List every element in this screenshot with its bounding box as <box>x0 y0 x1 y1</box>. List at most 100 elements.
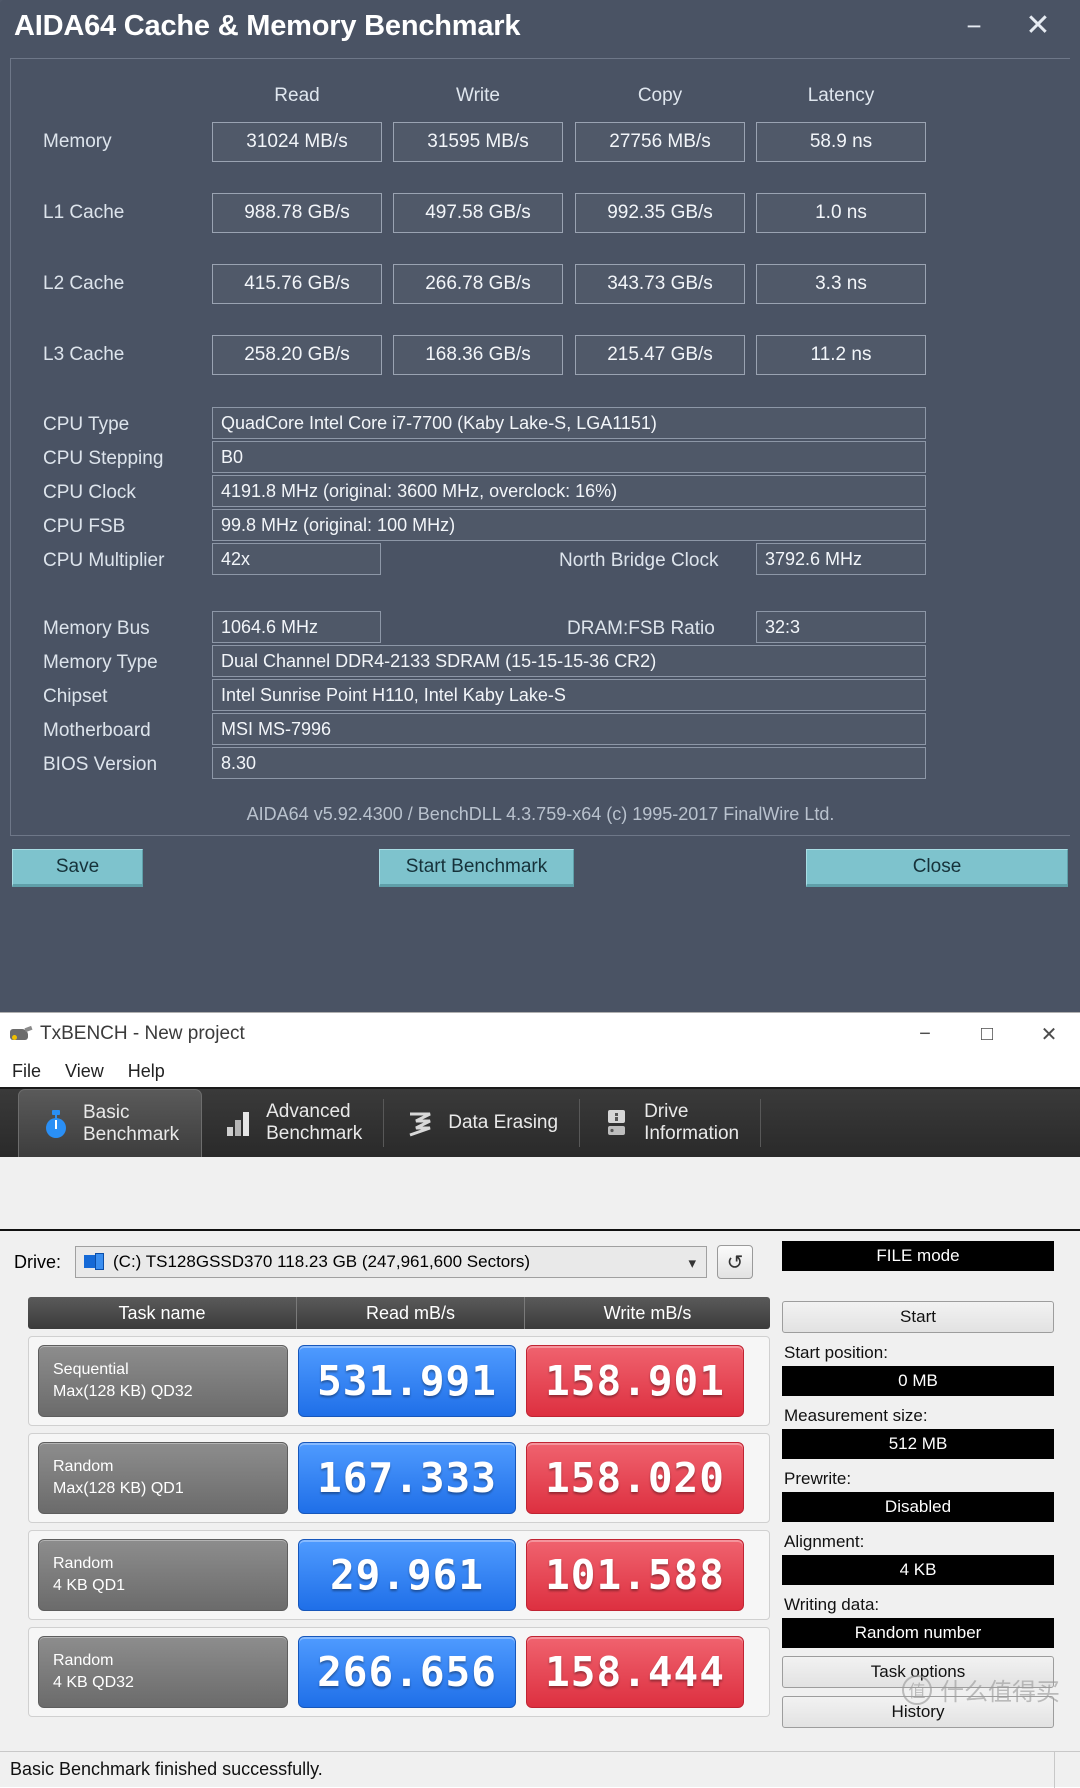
read-value-cell: 266.656 <box>298 1636 516 1708</box>
l1-read-value: 988.78 GB/s <box>212 193 382 233</box>
read-value-cell: 167.333 <box>298 1442 516 1514</box>
table-row[interactable]: Random Max(128 KB) QD1 167.333 158.020 <box>28 1433 770 1523</box>
close-icon[interactable]: ✕ <box>1006 4 1070 48</box>
benchmark-results: Task name Read mB/s Write mB/s Sequentia… <box>28 1297 770 1717</box>
benchmark-column-headers: Read Write Copy Latency <box>11 85 1070 115</box>
start-button[interactable]: Start <box>782 1301 1054 1333</box>
refresh-icon[interactable]: ↺ <box>717 1245 754 1279</box>
row-label-memory: Memory <box>43 131 112 152</box>
start-position-value[interactable]: 0 MB <box>782 1366 1054 1396</box>
label-dram-fsb-ratio: DRAM:FSB Ratio <box>567 618 715 639</box>
l1-latency-value: 1.0 ns <box>756 193 926 233</box>
l3-write-value: 168.36 GB/s <box>393 335 563 375</box>
drive-label: Drive: <box>14 1251 62 1272</box>
writing-data-label: Writing data: <box>784 1595 880 1614</box>
value-cpu-type: QuadCore Intel Core i7-7700 (Kaby Lake-S… <box>212 407 926 439</box>
value-dram-fsb-ratio: 32:3 <box>756 611 926 643</box>
start-position-label: Start position: <box>784 1343 888 1362</box>
prewrite-value[interactable]: Disabled <box>782 1492 1054 1522</box>
l2-latency-value: 3.3 ns <box>756 264 926 304</box>
maximize-icon[interactable]: □ <box>956 1013 1018 1055</box>
value-cpu-fsb: 99.8 MHz (original: 100 MHz) <box>212 509 926 541</box>
memory-copy-value: 27756 MB/s <box>575 122 745 162</box>
value-memory-bus: 1064.6 MHz <box>212 611 381 643</box>
value-bios-version: 8.30 <box>212 747 926 779</box>
close-button[interactable]: Close <box>806 849 1068 887</box>
tab-drive-information-label: Drive Information <box>644 1101 740 1144</box>
drive-select[interactable]: (C:) TS128GSSD370 118.23 GB (247,961,600… <box>75 1246 708 1278</box>
label-cpu-fsb: CPU FSB <box>43 516 126 537</box>
close-icon[interactable]: ✕ <box>1018 1013 1080 1055</box>
chevron-down-icon[interactable]: ▾ <box>688 1254 696 1272</box>
l2-copy-value: 343.73 GB/s <box>575 264 745 304</box>
header-task-name: Task name <box>118 1302 206 1323</box>
aida64-window-title: AIDA64 Cache & Memory Benchmark <box>14 9 521 42</box>
header-read-mbs: Read mB/s <box>296 1297 524 1329</box>
task-name-cell: Random 4 KB QD1 <box>38 1539 288 1611</box>
task-line-2: 4 KB QD32 <box>53 1674 134 1691</box>
value-cpu-multiplier: 42x <box>212 543 381 575</box>
label-cpu-stepping: CPU Stepping <box>43 448 164 469</box>
alignment-label: Alignment: <box>784 1532 865 1551</box>
info-row-cpu-multiplier: CPU Multiplier 42x North Bridge Clock 37… <box>11 543 1070 577</box>
tab-drive-information[interactable]: Drive Information <box>580 1089 762 1157</box>
task-name-cell: Random Max(128 KB) QD1 <box>38 1442 288 1514</box>
label-north-bridge-clock: North Bridge Clock <box>559 550 719 571</box>
value-cpu-stepping: B0 <box>212 441 926 473</box>
l3-latency-value: 11.2 ns <box>756 335 926 375</box>
menu-item-help[interactable]: Help <box>128 1061 165 1082</box>
value-chipset: Intel Sunrise Point H110, Intel Kaby Lak… <box>212 679 926 711</box>
tab-advanced-benchmark-label: Advanced Benchmark <box>266 1101 363 1144</box>
aida64-version-line: AIDA64 v5.92.4300 / BenchDLL 4.3.759-x64… <box>246 804 835 824</box>
column-header-latency: Latency <box>807 85 875 106</box>
label-cpu-type: CPU Type <box>43 414 130 435</box>
info-row-cpu-clock: CPU Clock 4191.8 MHz (original: 3600 MHz… <box>11 475 1070 509</box>
l2-write-value: 266.78 GB/s <box>393 264 563 304</box>
label-bios-version: BIOS Version <box>43 754 158 775</box>
memory-write-value: 31595 MB/s <box>393 122 563 162</box>
l3-read-value: 258.20 GB/s <box>212 335 382 375</box>
table-row[interactable]: Random 4 KB QD32 266.656 158.444 <box>28 1627 770 1717</box>
info-row-memory-type: Memory Type Dual Channel DDR4-2133 SDRAM… <box>11 645 1070 679</box>
tab-basic-benchmark[interactable]: Basic Benchmark <box>18 1089 203 1157</box>
header-write-mbs: Write mB/s <box>524 1297 770 1329</box>
save-button[interactable]: Save <box>12 849 143 887</box>
txbench-window-controls: − □ ✕ <box>894 1013 1080 1055</box>
measurement-size-label: Measurement size: <box>784 1406 928 1425</box>
benchmark-row-l2: L2 Cache 415.76 GB/s 266.78 GB/s 343.73 … <box>11 264 1070 306</box>
minimize-icon[interactable]: − <box>942 4 1006 48</box>
label-memory-bus: Memory Bus <box>43 618 150 639</box>
stopwatch-icon <box>41 1108 71 1140</box>
start-benchmark-button[interactable]: Start Benchmark <box>379 849 574 887</box>
row-label-l3: L3 Cache <box>43 344 125 365</box>
menu-item-file[interactable]: File <box>12 1061 41 1082</box>
menu-item-view[interactable]: View <box>65 1061 104 1082</box>
task-line-2: Max(128 KB) QD1 <box>53 1480 184 1497</box>
table-row[interactable]: Sequential Max(128 KB) QD32 531.991 158.… <box>28 1336 770 1426</box>
task-line-1: Random <box>53 1652 114 1670</box>
watermark-text: 什么值得买 <box>940 1678 1060 1706</box>
file-mode-button[interactable]: FILE mode <box>782 1241 1054 1271</box>
task-name-cell: Sequential Max(128 KB) QD32 <box>38 1345 288 1417</box>
benchmark-row-l1: L1 Cache 988.78 GB/s 497.58 GB/s 992.35 … <box>11 193 1070 235</box>
save-button-label: Save <box>55 856 100 877</box>
memory-latency-value: 58.9 ns <box>756 122 926 162</box>
tab-advanced-benchmark[interactable]: Advanced Benchmark <box>202 1089 385 1157</box>
row-label-l1: L1 Cache <box>43 202 125 223</box>
txbench-menubar: File View Help <box>0 1055 1080 1087</box>
memory-read-value: 31024 MB/s <box>212 122 382 162</box>
measurement-size-value[interactable]: 512 MB <box>782 1429 1054 1459</box>
label-motherboard: Motherboard <box>43 720 151 741</box>
resize-grip-icon[interactable] <box>1054 1752 1080 1788</box>
writing-data-value[interactable]: Random number <box>782 1618 1054 1648</box>
watermark: 值 什么值得买 <box>902 1672 1060 1707</box>
minimize-icon[interactable]: − <box>894 1013 956 1055</box>
table-row[interactable]: Random 4 KB QD1 29.961 101.588 <box>28 1530 770 1620</box>
value-north-bridge-clock: 3792.6 MHz <box>756 543 926 575</box>
benchmark-row-memory: Memory 31024 MB/s 31595 MB/s 27756 MB/s … <box>11 122 1070 164</box>
value-memory-type: Dual Channel DDR4-2133 SDRAM (15-15-15-3… <box>212 645 926 677</box>
tab-data-erasing[interactable]: Data Erasing <box>384 1089 580 1157</box>
l1-copy-value: 992.35 GB/s <box>575 193 745 233</box>
alignment-value[interactable]: 4 KB <box>782 1555 1054 1585</box>
read-value-cell: 531.991 <box>298 1345 516 1417</box>
